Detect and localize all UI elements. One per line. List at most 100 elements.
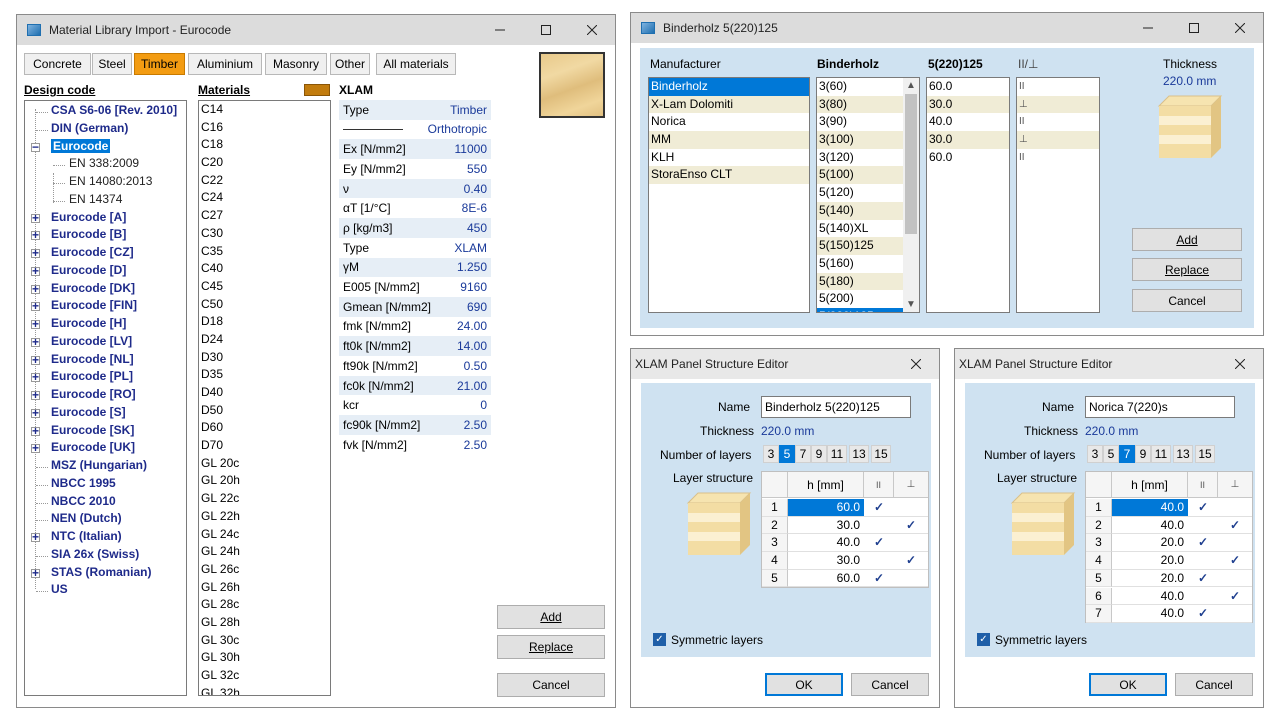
material-item[interactable]: D35 [199, 366, 330, 384]
perpendicular-check-icon[interactable]: ✓ [1218, 588, 1252, 606]
product-item[interactable]: 3(90) [817, 113, 903, 131]
material-item[interactable]: GL 30h [199, 649, 330, 667]
tree-item[interactable]: Eurocode [SK] [51, 423, 134, 437]
parallel-check-icon[interactable]: ✓ [864, 570, 894, 588]
ok-button[interactable]: OK [1089, 673, 1167, 696]
expand-icon[interactable]: + [31, 229, 40, 241]
tree-item[interactable]: DIN (German) [51, 121, 128, 135]
product-item[interactable]: 5(160) [817, 255, 903, 273]
tree-item[interactable]: EN 14080:2013 [69, 174, 152, 188]
parallel-check-icon[interactable]: ✓ [864, 534, 894, 553]
layer-height-cell[interactable]: 60.0 [788, 499, 864, 517]
tree-item[interactable]: MSZ (Hungarian) [51, 458, 147, 472]
perpendicular-check-icon[interactable]: ✓ [1218, 517, 1252, 535]
tree-item[interactable]: Eurocode [DK] [51, 281, 135, 295]
parallel-empty-cell[interactable] [864, 517, 894, 535]
product-item[interactable]: 5(100) [817, 166, 903, 185]
tree-item[interactable]: Eurocode [CZ] [51, 245, 134, 259]
expand-icon[interactable]: + [31, 442, 40, 454]
layer-height-cell[interactable]: 20.0 [1112, 570, 1188, 588]
layer-height-cell[interactable]: 30.0 [788, 517, 864, 535]
tree-item[interactable]: Eurocode [RO] [51, 387, 136, 401]
tree-item[interactable]: SIA 26x (Swiss) [51, 547, 139, 561]
layer-height-cell[interactable]: 40.0 [788, 534, 864, 553]
parallel-check-icon[interactable]: ✓ [1188, 570, 1218, 588]
layer-count-option[interactable]: 5 [779, 445, 795, 463]
material-item[interactable]: D60 [199, 419, 330, 437]
material-item[interactable]: D40 [199, 384, 330, 402]
parallel-empty-cell[interactable] [1188, 552, 1218, 570]
tree-item[interactable]: Eurocode [A] [51, 210, 126, 224]
symmetric-checkbox[interactable]: ✓ [653, 633, 666, 646]
material-item[interactable]: C14 [199, 101, 330, 119]
perpendicular-empty-cell[interactable] [1218, 499, 1252, 517]
maximize-button[interactable] [523, 15, 569, 45]
replace-button[interactable]: Replace [497, 635, 605, 659]
perpendicular-empty-cell[interactable] [1218, 570, 1252, 588]
manufacturer-item[interactable]: Norica [649, 113, 809, 131]
expand-icon[interactable]: + [31, 407, 40, 419]
material-item[interactable]: GL 28h [199, 614, 330, 632]
expand-icon[interactable]: + [31, 212, 40, 224]
manufacturer-list[interactable]: Binderholz X-Lam Dolomiti Norica MM KLH Stora… [648, 77, 810, 313]
layer-count-option[interactable]: 11 [1151, 445, 1171, 463]
perpendicular-empty-cell[interactable] [1218, 605, 1252, 623]
product-item[interactable]: 5(200) [817, 290, 903, 308]
material-item[interactable]: C20 [199, 154, 330, 172]
material-item[interactable]: D18 [199, 313, 330, 331]
material-item[interactable]: GL 26c [199, 561, 330, 579]
add-button[interactable]: Add [497, 605, 605, 629]
parallel-empty-cell[interactable] [864, 552, 894, 570]
material-item[interactable]: C45 [199, 278, 330, 296]
layer-count-option[interactable]: 9 [811, 445, 827, 463]
material-item[interactable]: GL 24h [199, 543, 330, 561]
material-item[interactable]: GL 20c [199, 455, 330, 473]
materials-list[interactable]: C14 C16 C18 C20 C22 C24 C27 C30 C35 C40 C45 C50 D18 D… [198, 100, 331, 696]
product-item[interactable]: 5(180) [817, 272, 903, 291]
material-item[interactable]: GL 26h [199, 579, 330, 597]
material-item[interactable]: D50 [199, 402, 330, 420]
material-item[interactable]: C40 [199, 260, 330, 278]
maximize-button[interactable] [1171, 13, 1217, 43]
tree-item[interactable]: Eurocode [51, 138, 111, 153]
expand-icon[interactable]: + [31, 371, 40, 383]
perpendicular-check-icon[interactable]: ✓ [894, 552, 928, 570]
layer-height-cell[interactable]: 40.0 [1112, 605, 1188, 623]
close-button[interactable] [1217, 13, 1263, 43]
material-item[interactable]: C18 [199, 136, 330, 154]
symmetric-checkbox[interactable]: ✓ [977, 633, 990, 646]
expand-icon[interactable]: + [31, 318, 40, 330]
material-item[interactable]: C16 [199, 119, 330, 137]
scroll-thumb[interactable] [905, 94, 917, 234]
tab-other[interactable]: Other [330, 53, 370, 75]
replace-button[interactable]: Replace [1132, 258, 1242, 281]
manufacturer-item[interactable]: MM [649, 131, 809, 149]
material-item[interactable]: GL 32c [199, 667, 330, 685]
product-item[interactable]: 5(220)125 [817, 307, 903, 312]
layer-count-option[interactable]: 5 [1103, 445, 1119, 463]
layer-count-option[interactable]: 9 [1135, 445, 1151, 463]
perpendicular-empty-cell[interactable] [894, 534, 928, 553]
material-item[interactable]: C50 [199, 296, 330, 314]
parallel-empty-cell[interactable] [1188, 517, 1218, 535]
tree-item[interactable]: US [51, 582, 68, 596]
layer-count-option[interactable]: 13 [1173, 445, 1193, 463]
tree-item[interactable]: NEN (Dutch) [51, 511, 122, 525]
tree-item[interactable]: NBCC 1995 [51, 476, 116, 490]
parallel-check-icon[interactable]: ✓ [1188, 499, 1218, 517]
cancel-button[interactable]: Cancel [1175, 673, 1253, 696]
material-item[interactable]: GL 24c [199, 526, 330, 544]
tree-item[interactable]: Eurocode [PL] [51, 369, 133, 383]
tree-item[interactable]: Eurocode [D] [51, 263, 126, 277]
product-item[interactable]: 3(100) [817, 131, 903, 149]
material-item[interactable]: GL 20h [199, 472, 330, 490]
tree-item[interactable]: Eurocode [LV] [51, 334, 132, 348]
perpendicular-empty-cell[interactable] [894, 570, 928, 588]
tree-item[interactable]: EN 14374 [69, 192, 122, 206]
perpendicular-check-icon[interactable]: ✓ [894, 517, 928, 535]
collapse-icon[interactable]: − [31, 141, 40, 153]
material-item[interactable]: GL 30c [199, 632, 330, 650]
material-item[interactable]: D24 [199, 331, 330, 349]
close-button[interactable] [893, 349, 939, 379]
tree-item[interactable]: NBCC 2010 [51, 494, 116, 508]
